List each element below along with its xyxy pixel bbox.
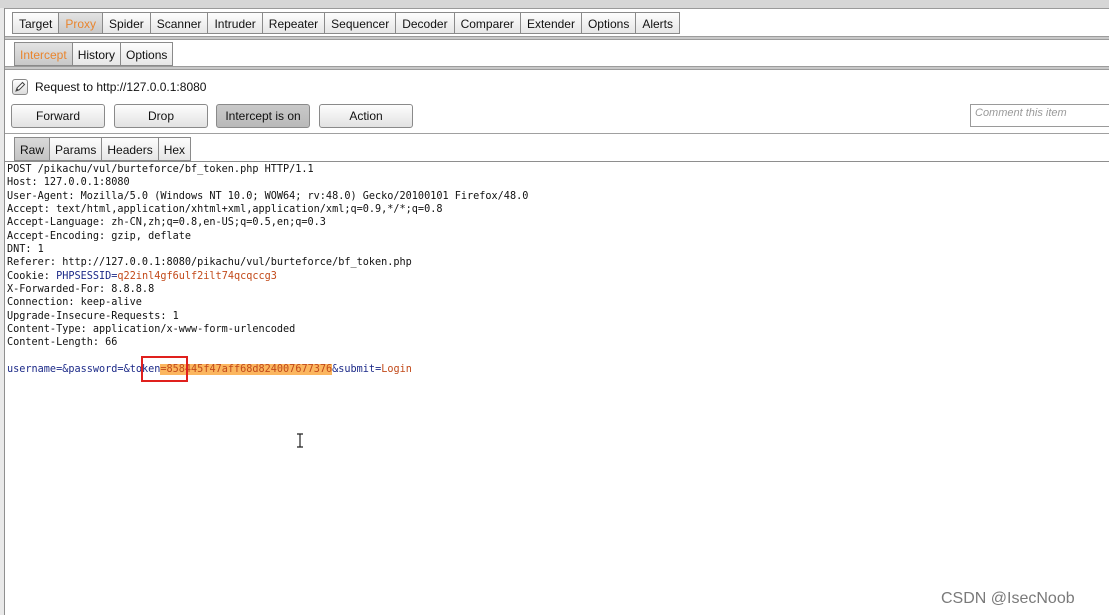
- tab-proxy-options[interactable]: Options: [120, 42, 174, 66]
- main-tab-bar: Target Proxy Spider Scanner Intruder Rep…: [12, 12, 681, 36]
- tab-raw[interactable]: Raw: [14, 137, 50, 161]
- watermark: CSDN @IsecNoob: [941, 590, 1075, 607]
- header-line: X-Forwarded-For: 8.8.8.8: [7, 283, 155, 295]
- header-line: Accept: text/html,application/xhtml+xml,…: [7, 203, 443, 215]
- text-cursor-icon: [297, 433, 303, 448]
- tab-options[interactable]: Options: [580, 12, 636, 34]
- intercept-toggle-button[interactable]: Intercept is on: [216, 104, 310, 128]
- param-token-value: 858445f47aff68d824007677376: [166, 363, 333, 375]
- request-target-label: Request to http://127.0.0.1:8080: [35, 80, 207, 94]
- token-annotation-box: [141, 356, 188, 382]
- tab-hex[interactable]: Hex: [157, 137, 192, 161]
- tab-repeater[interactable]: Repeater: [261, 12, 325, 34]
- param-submit-name: &submit: [332, 363, 376, 375]
- header-line: Content-Type: application/x-www-form-url…: [7, 323, 296, 335]
- header-line: Host: 127.0.0.1:8080: [7, 177, 130, 189]
- proxy-sub-tab-bar: Intercept History Options: [14, 42, 174, 66]
- cookie-name: PHPSESSID: [56, 270, 112, 282]
- cookie-label: Cookie:: [7, 270, 57, 282]
- window-title-bar: [0, 0, 1109, 9]
- tab-intruder[interactable]: Intruder: [207, 12, 262, 34]
- tab-extender[interactable]: Extender: [519, 12, 581, 34]
- tab-target[interactable]: Target: [12, 12, 59, 34]
- tab-params[interactable]: Params: [49, 137, 102, 161]
- param-password-name: &password: [62, 363, 118, 375]
- drop-button[interactable]: Drop: [114, 104, 208, 128]
- header-line: Accept-Language: zh-CN,zh;q=0.8,en-US;q=…: [7, 217, 326, 229]
- tab-scanner[interactable]: Scanner: [149, 12, 208, 34]
- header-line: Content-Length: 66: [7, 337, 118, 349]
- tab-proxy[interactable]: Proxy: [58, 12, 103, 34]
- header-line: Referer: http://127.0.0.1:8080/pikachu/v…: [7, 257, 412, 269]
- header-line: User-Agent: Mozilla/5.0 (Windows NT 10.0…: [7, 190, 529, 202]
- pencil-icon[interactable]: [12, 79, 28, 95]
- tab-divider: [5, 36, 1109, 40]
- request-info: Request to http://127.0.0.1:8080: [12, 78, 206, 96]
- param-username-name: username: [7, 363, 57, 375]
- tab-decoder[interactable]: Decoder: [395, 12, 454, 34]
- tab-comparer[interactable]: Comparer: [453, 12, 520, 34]
- header-line: Accept-Encoding: gzip, deflate: [7, 230, 192, 242]
- raw-request-text[interactable]: POST /pikachu/vul/burteforce/bf_token.ph…: [7, 163, 528, 376]
- param-submit-value: Login: [381, 363, 412, 375]
- message-view-tab-bar: Raw Params Headers Hex: [14, 137, 192, 161]
- toolbar-divider: [5, 133, 1109, 134]
- cookie-value: q22inl4gf6ulf2ilt74qcqccg3: [117, 270, 277, 282]
- tab-spider[interactable]: Spider: [102, 12, 150, 34]
- tab-alerts[interactable]: Alerts: [635, 12, 681, 34]
- tab-history[interactable]: History: [71, 42, 121, 66]
- header-line: Upgrade-Insecure-Requests: 1: [7, 310, 179, 322]
- tab-intercept[interactable]: Intercept: [14, 42, 72, 66]
- action-button[interactable]: Action: [319, 104, 413, 128]
- forward-button[interactable]: Forward: [11, 104, 105, 128]
- sub-tab-divider: [5, 66, 1109, 70]
- tab-sequencer[interactable]: Sequencer: [324, 12, 396, 34]
- request-line: POST /pikachu/vul/burteforce/bf_token.ph…: [7, 164, 314, 175]
- header-line: Connection: keep-alive: [7, 297, 142, 309]
- tab-headers[interactable]: Headers: [101, 137, 158, 161]
- comment-input[interactable]: Comment this item: [970, 104, 1109, 127]
- header-line: DNT: 1: [7, 243, 44, 255]
